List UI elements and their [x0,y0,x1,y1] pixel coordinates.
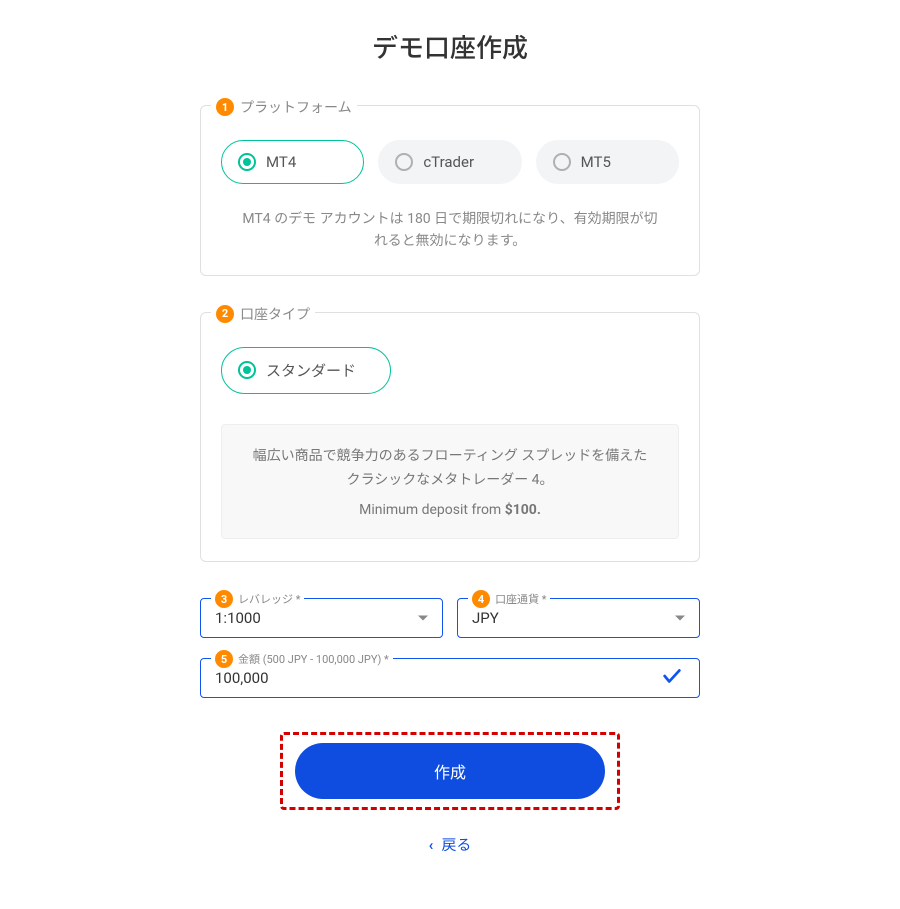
submit-area: 作成 [200,732,700,810]
leverage-value: 1:1000 [215,609,428,627]
amount-step-badge: 5 金額 (500 JPY - 100,000 JPY) * [211,650,393,668]
step-badge-5: 5 [215,650,233,668]
currency-label: 口座通貨 * [495,591,546,607]
chevron-left-icon: ‹ [429,836,434,854]
platform-option-ctrader[interactable]: cTrader [378,140,521,184]
leverage-currency-row: 3 レバレッジ * 1:1000 4 口座通貨 * JPY [200,598,700,638]
deposit-amount: $100. [505,502,541,518]
leverage-label: レバレッジ * [238,591,300,607]
account-type-option-standard[interactable]: スタンダード [221,347,391,394]
create-button[interactable]: 作成 [295,743,605,799]
amount-input[interactable] [215,669,638,687]
dropdown-arrow-icon [675,616,685,621]
highlight-box: 作成 [280,732,620,810]
account-type-section: 2 口座タイプ スタンダード 幅広い商品で競争力のあるフローティング スプレッド… [200,312,700,563]
step-badge-3: 3 [215,590,233,608]
amount-field[interactable]: 5 金額 (500 JPY - 100,000 JPY) * [200,658,700,698]
step-badge-4: 4 [472,590,490,608]
back-label: 戻る [441,834,471,855]
radio-icon [238,153,256,171]
platform-option-label: MT4 [266,153,296,171]
checkmark-icon [661,665,683,691]
account-type-label: 口座タイプ [240,304,310,324]
radio-icon [395,153,413,171]
amount-label: 金額 (500 JPY - 100,000 JPY) * [238,651,389,667]
leverage-select[interactable]: 3 レバレッジ * 1:1000 [200,598,443,638]
account-type-option-label: スタンダード [266,360,356,381]
account-type-info-desc: 幅広い商品で競争力のあるフローティング スプレッドを備えたクラシックなメタトレー… [246,445,654,493]
deposit-prefix: Minimum deposit from [359,502,505,518]
platform-option-mt5[interactable]: MT5 [536,140,679,184]
account-type-info: 幅広い商品で競争力のあるフローティング スプレッドを備えたクラシックなメタトレー… [221,424,679,540]
dropdown-arrow-icon [418,616,428,621]
step-badge-2: 2 [216,305,234,323]
leverage-step-badge: 3 レバレッジ * [211,590,304,608]
platform-help-text: MT4 のデモ アカウントは 180 日で期限切れになり、有効期限が切れると無効… [221,208,679,253]
platform-option-label: MT5 [581,153,611,171]
back-link[interactable]: ‹ 戻る [200,826,700,875]
currency-select[interactable]: 4 口座通貨 * JPY [457,598,700,638]
account-type-info-deposit: Minimum deposit from $100. [246,502,654,518]
platform-option-label: cTrader [423,153,474,171]
step-badge-1: 1 [216,98,234,116]
platform-section: 1 プラットフォーム MT4 cTrader MT5 MT4 のデモ アカウント… [200,105,700,276]
radio-icon [553,153,571,171]
platform-step-badge: 1 プラットフォーム [211,97,357,117]
page-title: デモ口座作成 [200,28,700,65]
radio-icon [238,361,256,379]
platform-option-mt4[interactable]: MT4 [221,140,364,184]
account-type-step-badge: 2 口座タイプ [211,304,315,324]
currency-value: JPY [472,609,685,627]
platform-label: プラットフォーム [240,97,352,117]
currency-step-badge: 4 口座通貨 * [468,590,550,608]
